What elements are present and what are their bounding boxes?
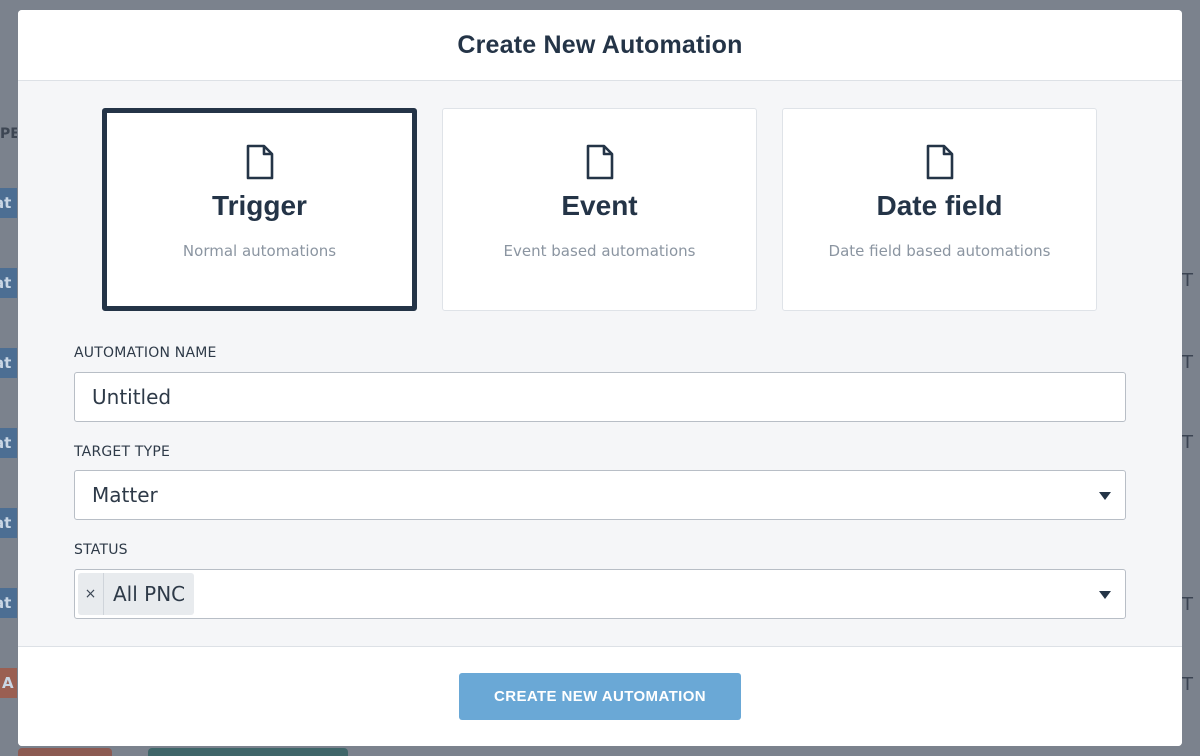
document-icon bbox=[586, 144, 613, 180]
status-multiselect[interactable]: × All PNC bbox=[74, 569, 1126, 619]
modal-title: Create New Automation bbox=[457, 30, 743, 59]
bg-button bbox=[148, 748, 348, 756]
bg-tag: at bbox=[0, 348, 17, 378]
document-icon bbox=[246, 144, 273, 180]
card-title: Trigger bbox=[212, 190, 307, 221]
type-card-trigger[interactable]: Trigger Normal automations bbox=[102, 108, 417, 311]
type-card-date-field[interactable]: Date field Date field based automations bbox=[782, 108, 1097, 311]
card-title: Event bbox=[561, 190, 638, 221]
create-automation-modal: Create New Automation Trigger Normal aut… bbox=[18, 10, 1182, 746]
automation-name-value: Untitled bbox=[92, 385, 172, 409]
bg-tag: at bbox=[0, 188, 17, 218]
status-chip: × All PNC bbox=[78, 573, 195, 615]
automation-name-input[interactable]: Untitled bbox=[74, 372, 1126, 422]
card-subtitle: Event based automations bbox=[503, 242, 696, 260]
target-type-value: Matter bbox=[92, 483, 158, 507]
target-type-select[interactable]: Matter bbox=[74, 470, 1126, 520]
bg-tag: at bbox=[0, 508, 17, 538]
bg-tag: at bbox=[0, 588, 17, 618]
chevron-down-icon[interactable] bbox=[1099, 492, 1111, 500]
bg-button bbox=[18, 748, 112, 756]
bg-text: T bbox=[1182, 352, 1193, 373]
automation-name-label: AUTOMATION NAME bbox=[74, 345, 217, 361]
bg-text: T bbox=[1182, 594, 1193, 615]
card-title: Date field bbox=[876, 190, 1003, 221]
bg-column-header: PE bbox=[0, 126, 17, 142]
target-type-label: TARGET TYPE bbox=[74, 444, 171, 460]
bg-text: T bbox=[1182, 432, 1193, 453]
close-icon[interactable]: × bbox=[78, 573, 104, 615]
bg-tag: A bbox=[0, 668, 17, 698]
bg-text: T bbox=[1182, 674, 1193, 695]
type-card-event[interactable]: Event Event based automations bbox=[442, 108, 757, 311]
modal-footer: CREATE NEW AUTOMATION bbox=[18, 646, 1182, 746]
chevron-down-icon[interactable] bbox=[1099, 591, 1111, 599]
bg-tag: at bbox=[0, 428, 17, 458]
modal-header: Create New Automation bbox=[18, 10, 1182, 81]
bg-text: T bbox=[1182, 270, 1193, 291]
status-chip-label: All PNC bbox=[113, 582, 186, 606]
document-icon bbox=[926, 144, 953, 180]
card-subtitle: Normal automations bbox=[182, 242, 337, 260]
bg-tag: at bbox=[0, 268, 17, 298]
card-subtitle: Date field based automations bbox=[828, 242, 1051, 260]
status-label: STATUS bbox=[74, 542, 128, 558]
create-new-automation-button[interactable]: CREATE NEW AUTOMATION bbox=[459, 673, 741, 720]
modal-body: Trigger Normal automations Event Event b… bbox=[18, 81, 1182, 647]
